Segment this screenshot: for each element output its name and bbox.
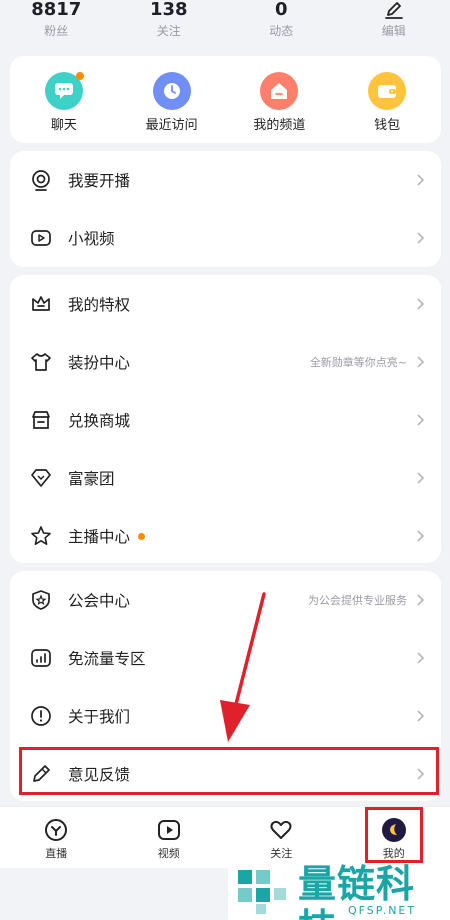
tab-video[interactable]: 视频 <box>113 807 226 868</box>
heart-icon <box>268 817 294 843</box>
tab-video-label: 视频 <box>157 847 180 860</box>
watermark: 量链科技 QFSP.NET <box>228 860 450 920</box>
feedback-highlight-box <box>19 747 439 795</box>
tab-live[interactable]: 直播 <box>0 807 113 868</box>
my-tab-highlight-box <box>365 807 423 863</box>
tab-live-label: 直播 <box>45 847 68 860</box>
play-icon <box>156 817 182 843</box>
tab-following[interactable]: 关注 <box>225 807 338 868</box>
watermark-logo-icon <box>238 870 286 914</box>
tab-following-label: 关注 <box>270 847 293 860</box>
live-icon <box>43 817 69 843</box>
watermark-url: QFSP.NET <box>348 904 417 917</box>
